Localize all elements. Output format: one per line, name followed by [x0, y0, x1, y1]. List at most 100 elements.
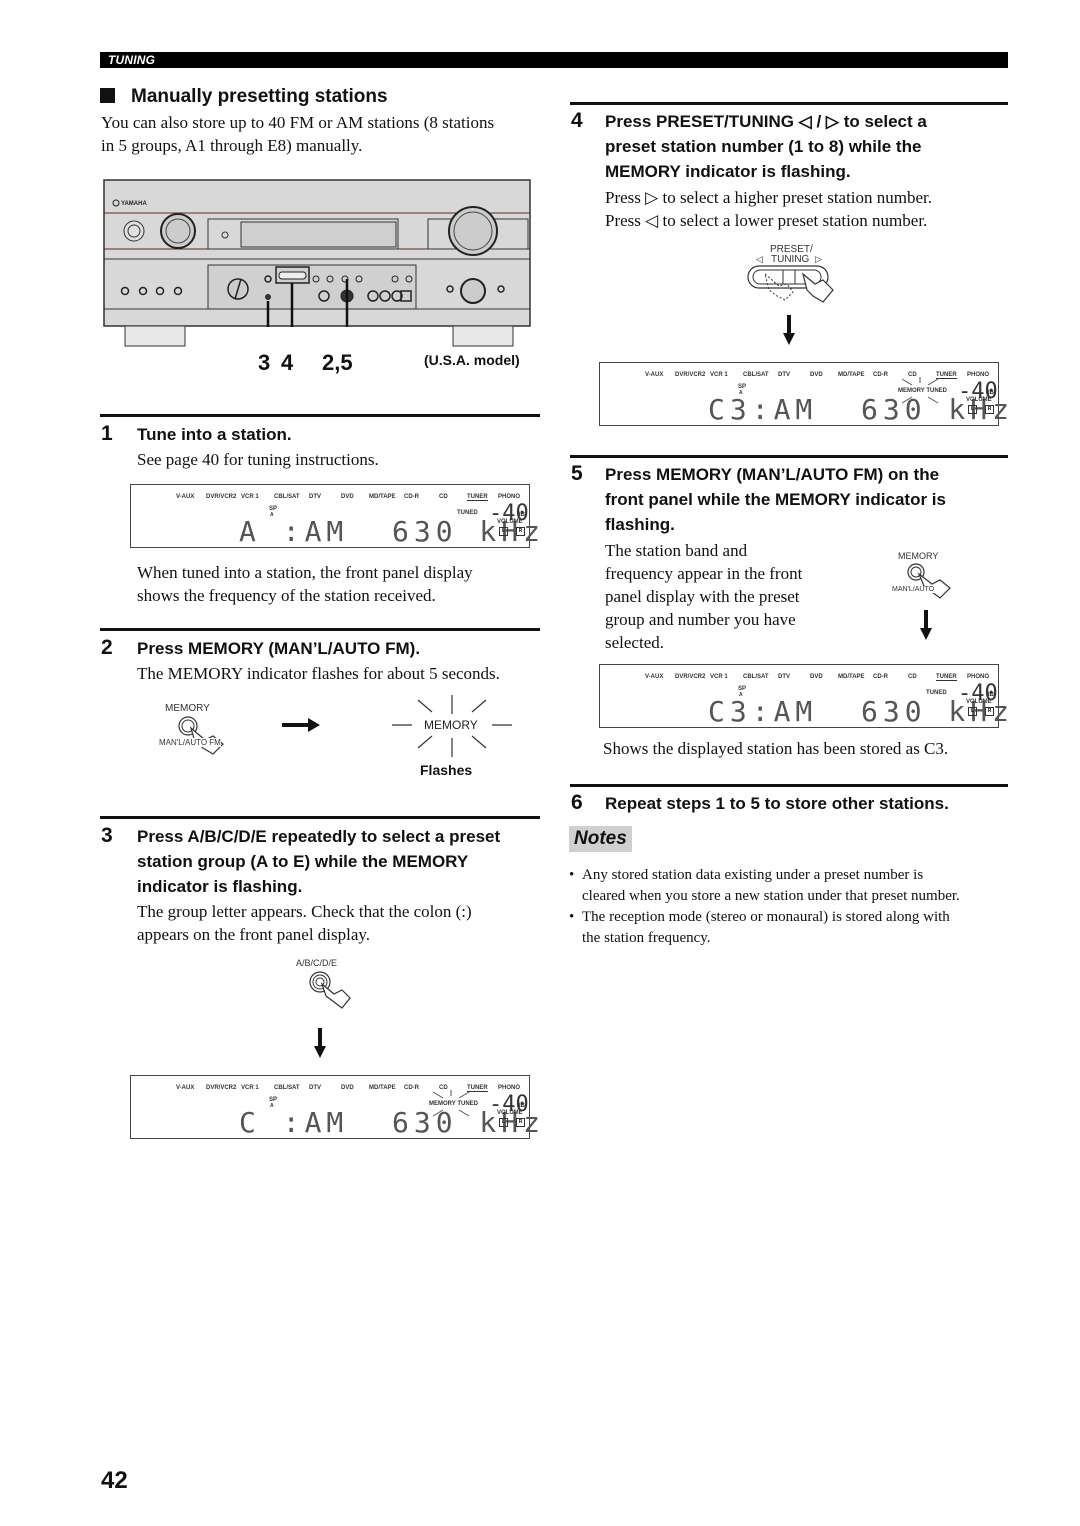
source-indicator-tuner: TUNER	[467, 494, 488, 501]
down-arrow-icon	[920, 610, 932, 640]
volume-unit: dB	[517, 512, 525, 518]
step-3-number: 3	[101, 824, 113, 847]
step-4-body: Press ▷ to select a higher preset statio…	[605, 186, 932, 232]
receiver-figure: YAMAHA	[103, 179, 531, 347]
step-5-number: 5	[571, 462, 583, 485]
source-indicator-md-tape: MD/TAPE	[369, 1085, 396, 1091]
memory-button-label: MEMORY	[165, 703, 210, 714]
step-divider	[100, 414, 540, 417]
source-indicator-vcr-1: VCR 1	[241, 494, 259, 500]
step-1-after: When tuned into a station, the front pan…	[137, 561, 473, 607]
right-channel-indicator: R	[516, 527, 525, 536]
section-intro: You can also store up to 40 FM or AM sta…	[101, 111, 494, 157]
callout-4: 4	[281, 350, 294, 375]
heading-line: station group (A to E) while the MEMORY	[137, 852, 469, 871]
step-3-body: The group letter appears. Check that the…	[137, 900, 472, 946]
source-indicator-dtv: DTV	[778, 674, 790, 680]
step-1-number: 1	[101, 422, 113, 445]
memory-button-illustration: MEMORY MAN'L/AUTO	[888, 548, 968, 608]
source-indicator-md-tape: MD/TAPE	[838, 372, 865, 378]
source-indicator-dvr-vcr2: DVR/VCR2	[206, 1085, 237, 1091]
step-3-heading: Press A/B/C/D/E repeatedly to select a p…	[137, 824, 500, 899]
right-channel-indicator: R	[985, 405, 994, 414]
source-indicator-cbl-sat: CBL/SAT	[274, 494, 300, 500]
source-indicator-dvd: DVD	[341, 1085, 354, 1091]
step-2-number: 2	[101, 636, 113, 659]
brand-logo: YAMAHA	[121, 201, 147, 207]
volume-label: VOLUME	[966, 397, 992, 403]
source-indicator-md-tape: MD/TAPE	[838, 674, 865, 680]
intro-line: You can also store up to 40 FM or AM sta…	[101, 113, 495, 132]
source-indicator-cd-r: CD-R	[404, 1085, 419, 1091]
text-line: The station band and	[605, 541, 748, 560]
step-5-heading: Press MEMORY (MAN’L/AUTO FM) on the fron…	[605, 462, 946, 537]
bullet-icon: •	[569, 867, 575, 883]
source-indicator-cd: CD	[439, 494, 448, 500]
source-indicator-dtv: DTV	[778, 372, 790, 378]
callout-3: 3	[258, 350, 272, 375]
text-line: the station frequency.	[582, 930, 711, 946]
text-line: The group letter appears. Check that the…	[137, 902, 472, 921]
text-line: shows the frequency of the station recei…	[137, 586, 436, 605]
volume-label: VOLUME	[966, 699, 992, 705]
source-indicator-dtv: DTV	[309, 1085, 321, 1091]
source-indicator-cbl-sat: CBL/SAT	[274, 1085, 300, 1091]
hand-pressing-rocker-icon	[747, 265, 834, 303]
heading-line: MEMORY indicator is flashing.	[605, 162, 851, 181]
heading-line: flashing.	[605, 515, 675, 534]
step-1-heading: Tune into a station.	[137, 425, 292, 444]
status-indicator: TUNED	[926, 690, 947, 696]
volume-unit: dB	[517, 1103, 525, 1109]
manl-auto-label: MAN'L/AUTO FM	[159, 738, 221, 747]
step-6-number: 6	[571, 791, 583, 814]
front-panel-display-step1: V-AUX DVR/VCR2 VCR 1 CBL/SAT DTV DVD MD/TAPE CD…	[130, 484, 540, 548]
right-channel-indicator: R	[985, 707, 994, 716]
source-indicator-phono: PHONO	[967, 674, 990, 680]
square-bullet-icon	[100, 88, 115, 103]
step-divider	[570, 455, 1008, 458]
front-panel-display-step5: V-AUX DVR/VCR2 VCR 1 CBL/SAT DTV DVD MD/TAPE CD…	[599, 664, 1009, 728]
text-line: Any stored station data existing under a…	[582, 867, 924, 883]
section-tab-bar: TUNING	[100, 52, 1008, 68]
callout-2-5: 2,5	[322, 350, 353, 375]
down-arrow-icon	[314, 1028, 326, 1058]
source-indicator-vcr-1: VCR 1	[710, 372, 728, 378]
memory-button-label: MEMORY	[898, 551, 939, 561]
volume-label: VOLUME	[497, 1110, 523, 1116]
notes-badge: Notes	[569, 826, 632, 852]
text-line: The reception mode (stereo or monaural) …	[582, 909, 950, 925]
memory-flash-rays-icon	[432, 1090, 470, 1117]
step-1-body: See page 40 for tuning instructions.	[137, 450, 379, 469]
left-channel-indicator: L	[499, 527, 508, 536]
memory-indicator-label: MEMORY	[424, 718, 478, 732]
source-indicator-cd: CD	[908, 674, 917, 680]
step-divider	[570, 784, 1008, 787]
receiver-front-panel-drawing: YAMAHA	[103, 179, 531, 347]
right-arrow-icon	[282, 718, 320, 732]
model-note: (U.S.A. model)	[424, 352, 520, 368]
source-indicator-vcr-1: VCR 1	[241, 1085, 259, 1091]
right-channel-indicator: R	[516, 1118, 525, 1127]
note-item: • Any stored station data existing under…	[569, 865, 1009, 907]
volume-unit: dB	[986, 692, 994, 698]
step-divider	[100, 816, 540, 819]
left-channel-indicator: L	[968, 707, 977, 716]
step-5-body: The station band and frequency appear in…	[605, 539, 802, 654]
step-4-heading: Press PRESET/TUNING ◁ / ▷ to select a pr…	[605, 109, 927, 184]
bullet-icon: •	[569, 909, 575, 925]
source-indicator-v-aux: V-AUX	[176, 494, 195, 500]
heading-line: Press A/B/C/D/E repeatedly to select a p…	[137, 827, 501, 846]
front-panel-display-step3: V-AUX DVR/VCR2 VCR 1 CBL/SAT DTV DVD MD/TAPE CD…	[130, 1075, 540, 1139]
preset-tuning-button-illustration: PRESET/ TUNING ◁ ▷	[745, 244, 835, 306]
source-indicator-dvd: DVD	[341, 494, 354, 500]
source-indicator-v-aux: V-AUX	[645, 372, 664, 378]
step-2-body: The MEMORY indicator flashes for about 5…	[137, 664, 500, 683]
section-tab-label: TUNING	[108, 53, 156, 67]
source-indicator-md-tape: MD/TAPE	[369, 494, 396, 500]
text-line: Press ▷ to select a higher preset statio…	[605, 188, 933, 207]
flashes-caption: Flashes	[420, 762, 473, 778]
text-line: group and number you have	[605, 610, 796, 629]
source-indicator-cd-r: CD-R	[873, 372, 888, 378]
step-6-heading: Repeat steps 1 to 5 to store other stati…	[605, 794, 949, 813]
step-2-heading: Press MEMORY (MAN’L/AUTO FM).	[137, 639, 421, 658]
